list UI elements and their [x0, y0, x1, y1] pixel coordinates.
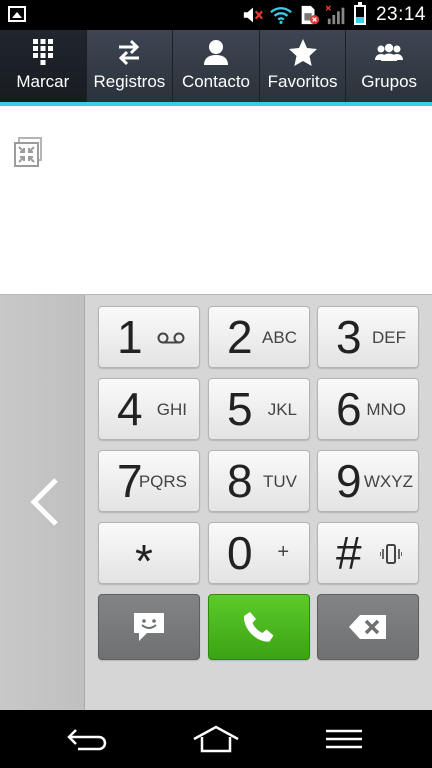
key-7[interactable]: 7 PQRS	[98, 450, 200, 512]
battery-icon	[353, 2, 366, 25]
key-star[interactable]: *	[98, 522, 200, 587]
key-digit: 8	[227, 455, 253, 507]
key-hash[interactable]: #	[317, 522, 419, 584]
menu-icon	[326, 729, 362, 749]
key-1[interactable]: 1	[98, 306, 200, 368]
tab-label: Marcar	[16, 72, 70, 91]
arrows-icon	[119, 39, 140, 66]
tab-label: Grupos	[361, 72, 418, 91]
key-digit: 5	[227, 383, 253, 435]
number-display[interactable]	[0, 106, 432, 294]
person-icon	[203, 40, 228, 65]
call-button[interactable]	[208, 594, 310, 660]
vibrate-icon	[380, 544, 402, 564]
key-digit: 6	[336, 383, 362, 435]
key-digit: #	[336, 527, 362, 579]
tab-favoritos[interactable]: Favoritos	[260, 30, 347, 102]
key-letters: MNO	[366, 400, 406, 419]
group-icon	[375, 43, 404, 61]
key-letters: PQRS	[138, 472, 187, 491]
back-icon	[67, 729, 107, 751]
key-digit: 4	[117, 383, 143, 435]
home-button[interactable]	[186, 720, 246, 758]
signal-icon	[325, 5, 345, 25]
dialpad-icon	[32, 39, 53, 65]
tab-label: Contacto	[181, 72, 250, 91]
tab-label: Registros	[93, 72, 166, 91]
wifi-icon	[270, 7, 292, 24]
dial-keypad: 1 2 ABC 3 DEF 4 GHI 5 JKL 6 MNO 7 PQRS 8…	[98, 306, 421, 666]
menu-button[interactable]	[314, 720, 374, 758]
navigation-bar	[0, 710, 432, 768]
key-digit: 9	[336, 455, 362, 507]
message-icon	[134, 613, 164, 641]
key-6[interactable]: 6 MNO	[317, 378, 419, 440]
tab-label: Favoritos	[267, 72, 338, 91]
key-letters: ABC	[262, 328, 297, 347]
tab-bar: Marcar Registros Contacto Favoritos Grup…	[0, 30, 432, 102]
gallery-icon	[8, 6, 26, 22]
key-digit: *	[135, 535, 153, 587]
keypad-area: 1 2 ABC 3 DEF 4 GHI 5 JKL 6 MNO 7 PQRS 8…	[0, 294, 432, 711]
key-5[interactable]: 5 JKL	[208, 378, 310, 440]
key-8[interactable]: 8 TUV	[208, 450, 310, 512]
key-9[interactable]: 9 WXYZ	[317, 450, 419, 512]
key-digit: 1	[117, 311, 143, 363]
tab-contacto[interactable]: Contacto	[173, 30, 260, 102]
key-letters: GHI	[156, 400, 187, 419]
key-digit: 0	[227, 527, 253, 579]
tab-grupos[interactable]: Grupos	[346, 30, 432, 102]
tab-registros[interactable]: Registros	[87, 30, 174, 102]
key-letters: DEF	[372, 328, 406, 347]
key-digit: 2	[227, 311, 253, 363]
key-2[interactable]: 2 ABC	[208, 306, 310, 368]
voicemail-icon	[157, 332, 185, 344]
mute-icon	[243, 7, 263, 23]
call-icon	[243, 612, 274, 642]
status-bar: 23:14	[0, 0, 432, 30]
compress-icon[interactable]	[13, 136, 45, 168]
backspace-icon	[349, 615, 386, 639]
star-icon	[288, 39, 317, 66]
message-button[interactable]	[98, 594, 200, 660]
back-button[interactable]	[58, 720, 118, 758]
clock: 23:14	[375, 4, 426, 25]
no-sim-icon	[301, 5, 320, 25]
home-icon	[193, 725, 239, 753]
key-3[interactable]: 3 DEF	[317, 306, 419, 368]
key-digit: 3	[336, 311, 362, 363]
backspace-button[interactable]	[317, 594, 419, 660]
tab-marcar[interactable]: Marcar	[0, 30, 87, 102]
key-letters: JKL	[267, 400, 297, 419]
key-letters: +	[277, 541, 289, 563]
side-panel-toggle[interactable]	[0, 295, 85, 711]
key-letters: TUV	[263, 472, 297, 491]
chevron-left-icon[interactable]	[26, 477, 62, 527]
key-letters: WXYZ	[363, 472, 413, 491]
key-0[interactable]: 0 +	[208, 522, 310, 584]
key-4[interactable]: 4 GHI	[98, 378, 200, 440]
